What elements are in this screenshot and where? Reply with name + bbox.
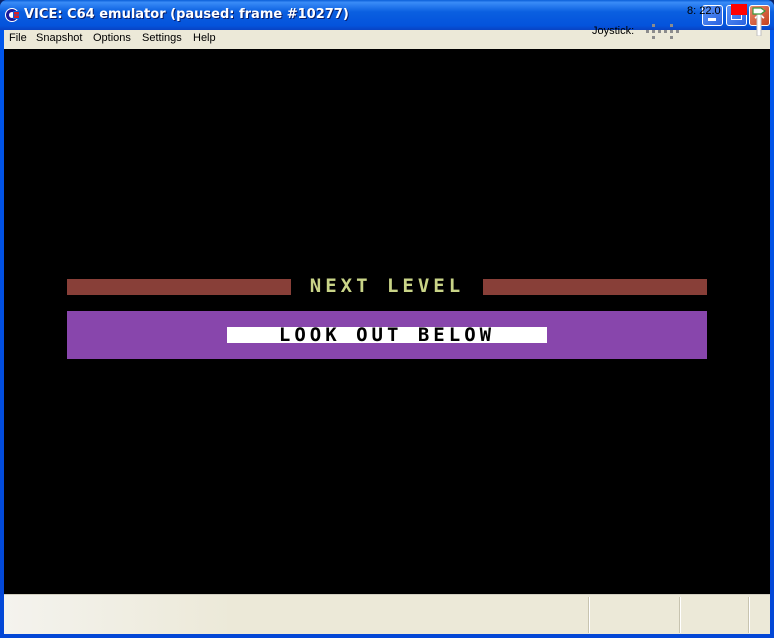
- volume-slider[interactable]: [751, 4, 767, 36]
- heading-bar-left: [67, 279, 291, 295]
- message-text: LOOK OUT BELOW: [278, 324, 496, 346]
- status-bar: [4, 594, 770, 634]
- minimize-icon: [708, 18, 716, 21]
- window-title: VICE: C64 emulator (paused: frame #10277…: [24, 7, 349, 22]
- message-panel: LOOK OUT BELOW: [67, 311, 707, 359]
- menu-snapshot[interactable]: Snapshot: [36, 32, 82, 44]
- drive-status: 8: 22.0: [687, 5, 721, 17]
- emulator-screen[interactable]: NEXT LEVEL LOOK OUT BELOW: [4, 49, 770, 594]
- vice-c64-logo-icon[interactable]: [5, 7, 21, 23]
- drive-led-icon: [731, 4, 747, 15]
- message-box: LOOK OUT BELOW: [227, 324, 547, 346]
- joystick-2-indicator-icon: [664, 24, 679, 39]
- next-level-heading: NEXT LEVEL: [309, 275, 465, 297]
- menu-options[interactable]: Options: [93, 32, 131, 44]
- menu-file[interactable]: File: [9, 32, 27, 44]
- menu-help[interactable]: Help: [193, 32, 216, 44]
- status-separator: [679, 597, 681, 633]
- status-separator: [588, 597, 590, 633]
- joystick-1-indicator-icon: [646, 24, 661, 39]
- joystick-label: Joystick:: [592, 25, 635, 37]
- menu-settings[interactable]: Settings: [142, 32, 182, 44]
- status-separator: [748, 597, 750, 633]
- vice-window: VICE: C64 emulator (paused: frame #10277…: [0, 0, 774, 638]
- heading-bar-right: [483, 279, 707, 295]
